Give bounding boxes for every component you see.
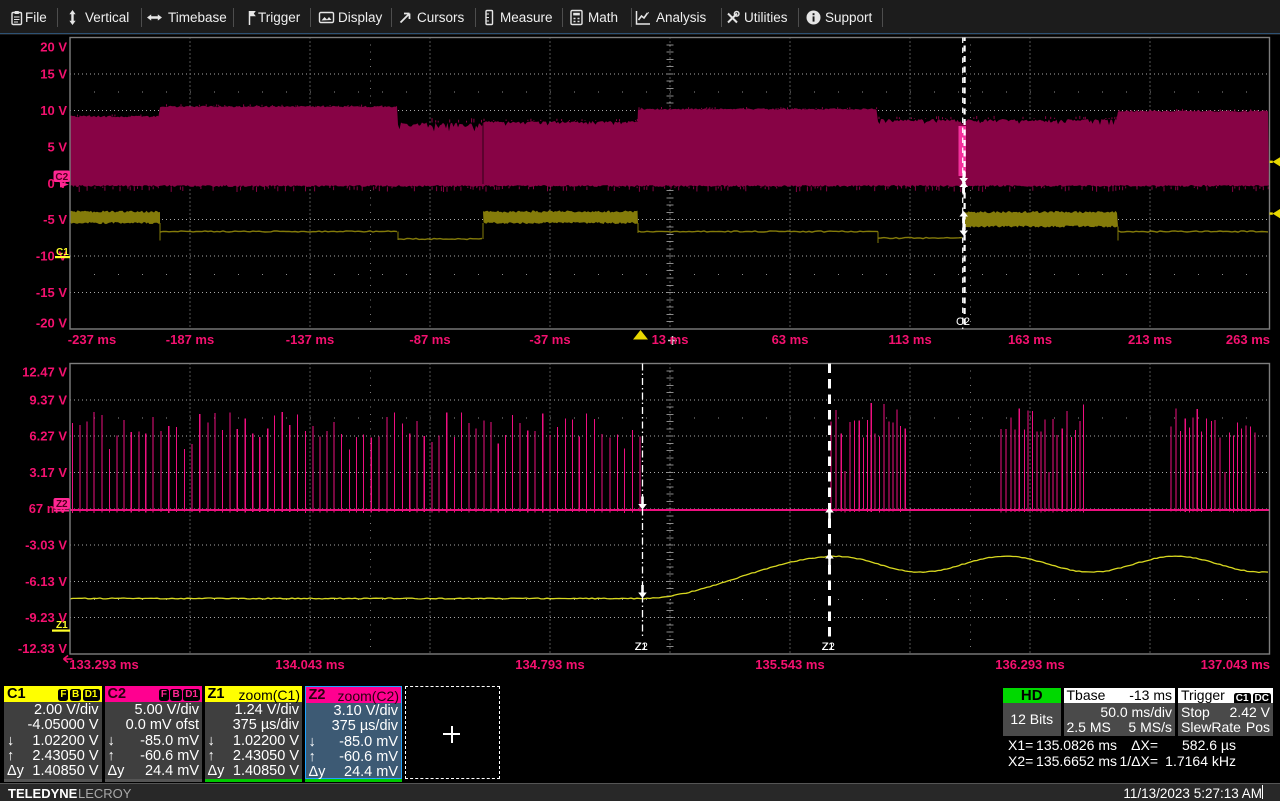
svg-text:10 V: 10 V	[40, 103, 67, 118]
svg-text:213 ms: 213 ms	[1128, 332, 1172, 347]
svg-text:134.043 ms: 134.043 ms	[275, 657, 344, 672]
svg-text:-237 ms: -237 ms	[68, 332, 116, 347]
svg-text:Z2: Z2	[56, 499, 68, 510]
svg-text:9.37 V: 9.37 V	[29, 392, 67, 407]
svg-text:-20 V: -20 V	[36, 316, 67, 331]
svg-text:13 ms: 13 ms	[652, 332, 689, 347]
svg-text:C2: C2	[956, 316, 970, 328]
svg-text:-3.03 V: -3.03 V	[25, 538, 67, 553]
svg-text:133.293 ms: 133.293 ms	[69, 657, 138, 672]
svg-text:15 V: 15 V	[40, 66, 67, 81]
svg-text:-12.33 V: -12.33 V	[18, 641, 67, 656]
svg-text:135.543 ms: 135.543 ms	[755, 657, 824, 672]
svg-text:-187 ms: -187 ms	[166, 332, 214, 347]
svg-text:C2: C2	[55, 172, 68, 183]
svg-text:-37 ms: -37 ms	[529, 332, 570, 347]
svg-text:12.47 V: 12.47 V	[22, 365, 67, 380]
svg-text:Z1: Z1	[56, 620, 68, 631]
svg-text:6.27 V: 6.27 V	[29, 429, 67, 444]
svg-text:-5 V: -5 V	[43, 212, 67, 227]
svg-text:-137 ms: -137 ms	[286, 332, 334, 347]
svg-text:134.793 ms: 134.793 ms	[515, 657, 584, 672]
svg-text:-6.13 V: -6.13 V	[25, 574, 67, 589]
svg-text:113 ms: 113 ms	[888, 332, 931, 347]
svg-text:Z2: Z2	[635, 641, 648, 653]
svg-text:136.293 ms: 136.293 ms	[995, 657, 1064, 672]
svg-text:-15 V: -15 V	[36, 285, 67, 300]
svg-text:20 V: 20 V	[40, 40, 67, 55]
svg-text:63 ms: 63 ms	[772, 332, 809, 347]
svg-text:263 ms: 263 ms	[1226, 332, 1270, 347]
svg-text:Z2: Z2	[822, 641, 835, 653]
svg-text:5 V: 5 V	[47, 139, 67, 154]
svg-text:163 ms: 163 ms	[1008, 332, 1052, 347]
svg-text:137.043 ms: 137.043 ms	[1201, 657, 1270, 672]
svg-text:-87 ms: -87 ms	[409, 332, 450, 347]
svg-text:3.17 V: 3.17 V	[29, 465, 67, 480]
